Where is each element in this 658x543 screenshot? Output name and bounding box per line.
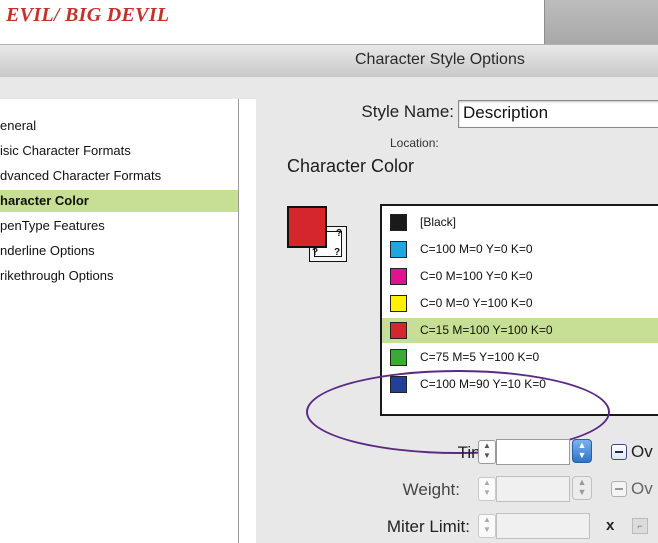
fill-swatch[interactable] xyxy=(287,206,327,248)
up-down-arrows-icon: ▲ ▼ xyxy=(483,441,491,460)
miter-x-mark: x xyxy=(606,517,615,534)
swatch-row[interactable]: C=0 M=100 Y=0 K=0 xyxy=(382,264,658,289)
sidebar-item-label: dvanced Character Formats xyxy=(0,168,162,183)
weight-dropdown-button[interactable]: ▲ ▼ xyxy=(572,476,592,500)
sidebar-item-basic-character-formats[interactable]: isic Character Formats xyxy=(0,140,238,162)
document-title: EVIL/ BIG DEVIL xyxy=(6,4,170,26)
swatch-list[interactable]: [Black] C=100 M=0 Y=0 K=0 C=0 M=100 Y=0 … xyxy=(380,204,658,416)
swatch-chip xyxy=(390,295,407,312)
swatch-row[interactable]: C=100 M=90 Y=10 K=0 xyxy=(382,372,658,397)
fill-stroke-preview[interactable]: ? ? ? xyxy=(287,206,347,266)
swatch-chip xyxy=(390,214,407,231)
section-heading: Character Color xyxy=(287,156,415,176)
swatch-row-selected[interactable]: C=15 M=100 Y=100 K=0 xyxy=(382,318,658,343)
tint-label: Tint: xyxy=(457,443,490,462)
sidebar-item-character-color[interactable]: haracter Color xyxy=(0,190,238,212)
swatch-row[interactable]: C=100 M=0 Y=0 K=0 xyxy=(382,237,658,262)
sidebar-item-label: isic Character Formats xyxy=(0,143,131,158)
swatch-row[interactable]: C=0 M=0 Y=100 K=0 xyxy=(382,291,658,316)
sidebar-item-opentype-features[interactable]: penType Features xyxy=(0,215,238,237)
popup-arrows-icon: ▲ ▼ xyxy=(577,477,587,497)
sidebar-scrollbar[interactable] xyxy=(238,99,256,543)
sidebar-item-label: nderline Options xyxy=(0,243,95,258)
style-name-label: Style Name: xyxy=(361,102,454,121)
dialog-title: Character Style Options xyxy=(355,51,525,68)
swatch-chip xyxy=(390,322,407,339)
weight-label: Weight: xyxy=(402,480,460,499)
swatch-chip xyxy=(390,241,407,258)
unknown-stroke-mark: ? xyxy=(312,247,319,258)
overprint-stroke-checkbox[interactable] xyxy=(611,481,627,497)
mixed-state-icon xyxy=(615,488,623,490)
miter-limit-label: Miter Limit: xyxy=(386,517,470,536)
tint-dropdown-button[interactable]: ▲ ▼ xyxy=(572,439,592,463)
popup-arrows-icon: ▲ ▼ xyxy=(577,440,587,460)
mixed-state-icon xyxy=(615,451,623,453)
sidebar-item-strikethrough-options[interactable]: rikethrough Options xyxy=(0,265,238,287)
document-corner-panel xyxy=(544,0,658,44)
up-down-arrows-icon: ▲ ▼ xyxy=(483,515,491,534)
location-label: Location: xyxy=(390,136,439,150)
overprint-fill-checkbox[interactable] xyxy=(611,444,627,460)
sidebar-item-label: haracter Color xyxy=(0,193,89,208)
style-name-input[interactable]: Description xyxy=(458,100,658,128)
swatch-chip xyxy=(390,376,407,393)
swatch-name: [Black] xyxy=(420,215,457,229)
sidebar-item-general[interactable]: eneral xyxy=(0,115,238,137)
miter-join-icon[interactable]: ⌐ xyxy=(632,518,648,534)
tint-stepper[interactable]: ▲ ▼ xyxy=(478,440,496,464)
overprint-fill-label: Ov xyxy=(631,442,653,461)
character-style-options-dialog: eneral isic Character Formats dvanced Ch… xyxy=(0,77,658,543)
options-category-list: eneral isic Character Formats dvanced Ch… xyxy=(0,99,256,543)
document-header: EVIL/ BIG DEVIL xyxy=(0,0,658,44)
sidebar-item-underline-options[interactable]: nderline Options xyxy=(0,240,238,262)
overprint-stroke-label: Ov xyxy=(631,479,653,498)
weight-input[interactable] xyxy=(496,476,570,502)
sidebar-item-label: penType Features xyxy=(0,218,105,233)
sidebar-item-label: eneral xyxy=(0,118,37,133)
sidebar-item-label: rikethrough Options xyxy=(0,268,114,283)
sidebar-item-advanced-character-formats[interactable]: dvanced Character Formats xyxy=(0,165,238,187)
swatch-row[interactable]: C=75 M=5 Y=100 K=0 xyxy=(382,345,658,370)
up-down-arrows-icon: ▲ ▼ xyxy=(483,478,491,497)
swatch-name: C=100 M=90 Y=10 K=0 xyxy=(420,377,546,391)
swatch-name: C=100 M=0 Y=0 K=0 xyxy=(420,242,533,256)
unknown-stroke-mark: ? xyxy=(336,228,343,239)
dialog-titlebar[interactable]: Character Style Options xyxy=(0,44,658,78)
swatch-chip xyxy=(390,349,407,366)
style-name-value: Description xyxy=(463,103,549,122)
swatch-name: C=75 M=5 Y=100 K=0 xyxy=(420,350,540,364)
swatch-row[interactable]: [Black] xyxy=(382,210,658,235)
weight-stepper[interactable]: ▲ ▼ xyxy=(478,477,496,501)
swatch-chip xyxy=(390,268,407,285)
miter-limit-stepper[interactable]: ▲ ▼ xyxy=(478,514,496,538)
unknown-stroke-mark: ? xyxy=(334,247,341,258)
swatch-name: C=15 M=100 Y=100 K=0 xyxy=(420,323,553,337)
swatch-name: C=0 M=0 Y=100 K=0 xyxy=(420,296,533,310)
miter-limit-input[interactable] xyxy=(496,513,590,539)
swatch-name: C=0 M=100 Y=0 K=0 xyxy=(420,269,533,283)
tint-input[interactable] xyxy=(496,439,570,465)
